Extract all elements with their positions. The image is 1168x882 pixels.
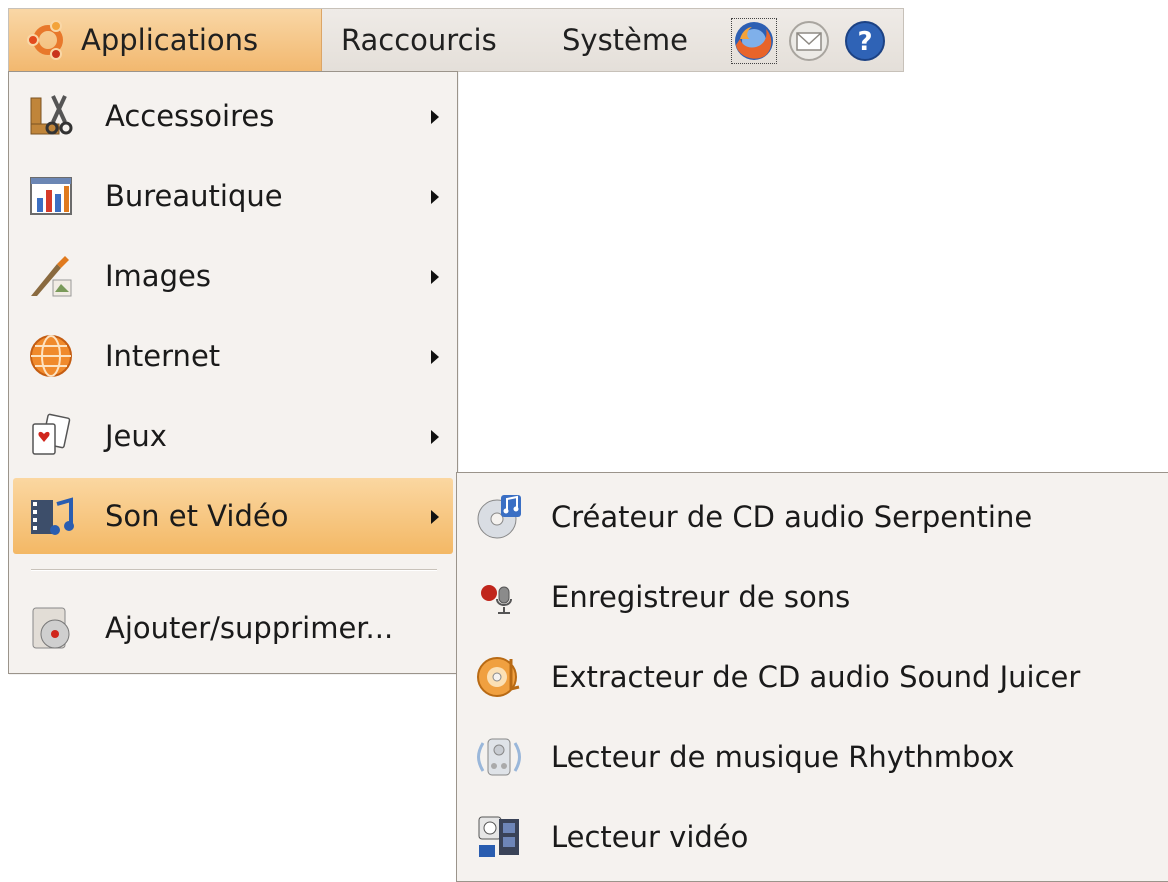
menu-item-bureautique[interactable]: Bureautique [13, 158, 453, 234]
submenu-arrow-icon [431, 270, 439, 284]
menu-item-label: Ajouter/supprimer... [105, 611, 394, 645]
systeme-label: Système [562, 23, 688, 57]
submenu-item-enregistreur[interactable]: Enregistreur de sons [461, 559, 1168, 635]
svg-text:?: ? [857, 27, 872, 57]
menu-item-internet[interactable]: Internet [13, 318, 453, 394]
accessories-icon [30, 95, 73, 135]
add-remove-icon [32, 607, 70, 649]
submenu-arrow-icon [431, 510, 439, 524]
submenu-item-lecteur-video[interactable]: Lecteur vidéo [461, 799, 1168, 875]
menu-separator [31, 569, 437, 571]
raccourcis-label: Raccourcis [341, 23, 497, 57]
raccourcis-menu-button[interactable]: Raccourcis [341, 9, 497, 71]
son-et-video-submenu: Créateur de CD audio Serpentine Enregist… [456, 472, 1168, 882]
office-icon [30, 177, 72, 215]
menu-item-accessoires[interactable]: Accessoires [13, 78, 453, 154]
applications-menu: Accessoires Bureautique Images Internet … [8, 71, 458, 674]
menu-item-label: Accessoires [105, 99, 275, 133]
submenu-item-label: Lecteur de musique Rhythmbox [551, 740, 1015, 774]
submenu-arrow-icon [431, 190, 439, 204]
menu-item-label: Son et Vidéo [105, 499, 289, 533]
menu-item-label: Bureautique [105, 179, 283, 213]
submenu-item-rhythmbox[interactable]: Lecteur de musique Rhythmbox [461, 719, 1168, 795]
firefox-icon[interactable] [731, 18, 777, 64]
ubuntu-logo-icon [27, 20, 63, 60]
cd-creator-icon [477, 495, 521, 539]
sound-recorder-icon [481, 585, 512, 614]
submenu-arrow-icon [431, 350, 439, 364]
applications-menu-button[interactable]: Applications [9, 9, 322, 71]
top-panel: Applications Raccourcis Système ? [8, 8, 904, 72]
menu-item-jeux[interactable]: Jeux [13, 398, 453, 474]
cd-extractor-icon [477, 657, 520, 697]
multimedia-icon [31, 497, 74, 535]
menu-item-label: Jeux [105, 419, 167, 453]
graphics-icon [31, 256, 72, 297]
applications-label: Applications [81, 23, 259, 57]
mail-icon[interactable] [787, 19, 831, 63]
submenu-arrow-icon [431, 430, 439, 444]
internet-icon [30, 335, 72, 377]
menu-item-label: Internet [105, 339, 221, 373]
submenu-item-serpentine[interactable]: Créateur de CD audio Serpentine [461, 479, 1168, 555]
menu-item-son-et-video[interactable]: Son et Vidéo [13, 478, 453, 554]
systeme-menu-button[interactable]: Système [562, 9, 688, 71]
submenu-item-label: Créateur de CD audio Serpentine [551, 500, 1033, 534]
submenu-arrow-icon [431, 110, 439, 124]
submenu-item-label: Extracteur de CD audio Sound Juicer [551, 660, 1081, 694]
help-icon[interactable]: ? [843, 19, 887, 63]
submenu-item-label: Lecteur vidéo [551, 820, 749, 854]
video-player-icon [478, 816, 519, 857]
menu-item-images[interactable]: Images [13, 238, 453, 314]
menu-item-ajouter-supprimer[interactable]: Ajouter/supprimer... [13, 590, 453, 666]
submenu-item-sound-juicer[interactable]: Extracteur de CD audio Sound Juicer [461, 639, 1168, 715]
music-player-icon [477, 738, 521, 776]
submenu-item-label: Enregistreur de sons [551, 580, 851, 614]
games-icon [32, 413, 71, 455]
menu-item-label: Images [105, 259, 211, 293]
